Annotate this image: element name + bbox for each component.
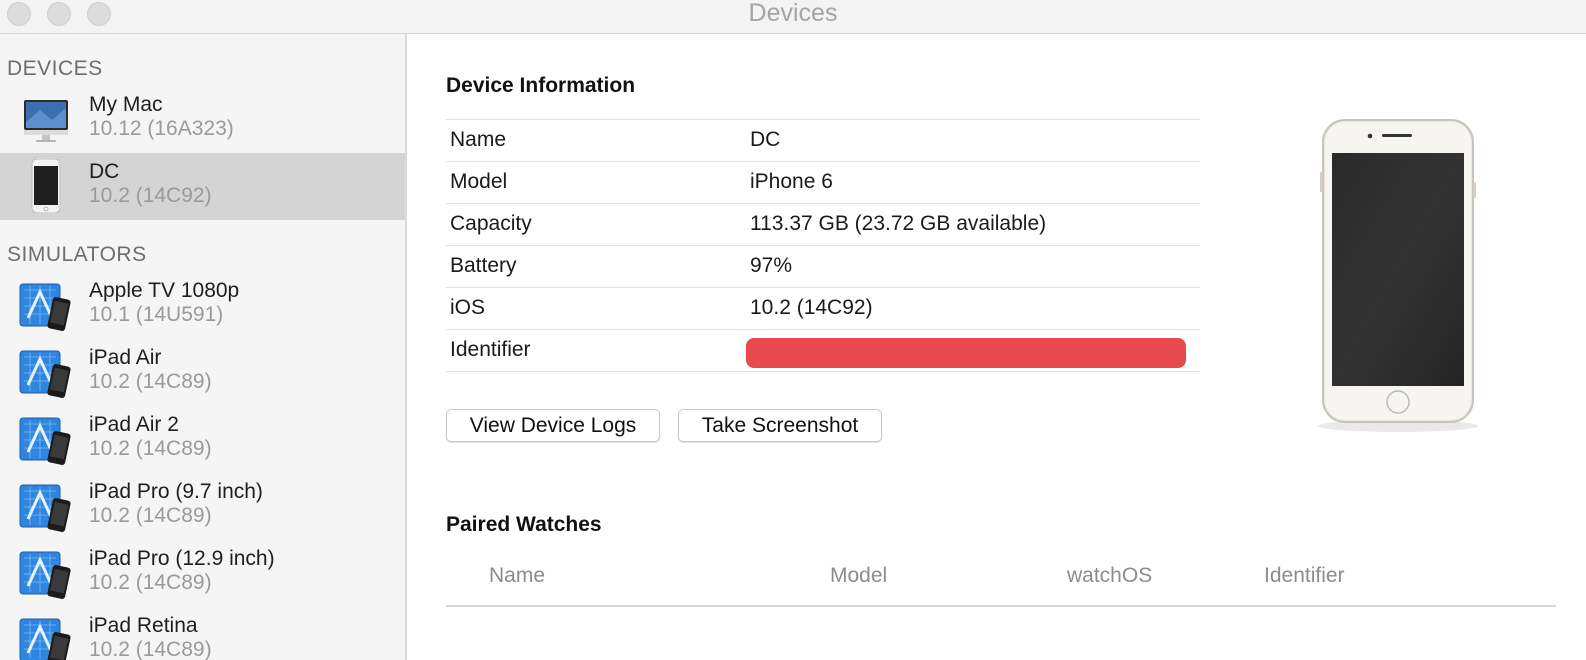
sidebar-item-simulator[interactable]: iPad Retina 10.2 (14C89) bbox=[0, 607, 405, 660]
info-value: iPhone 6 bbox=[750, 170, 833, 193]
column-header-identifier[interactable]: Identifier bbox=[1264, 564, 1345, 588]
simulators-section-header: SIMULATORS bbox=[7, 243, 147, 266]
device-name: DC bbox=[89, 160, 120, 183]
title-bar: Devices bbox=[0, 0, 1586, 34]
iphone-icon bbox=[31, 159, 61, 213]
simulator-icon bbox=[19, 350, 71, 398]
info-label: Capacity bbox=[450, 212, 532, 235]
device-version: 10.2 (14C92) bbox=[89, 184, 212, 207]
simulator-icon bbox=[19, 283, 71, 331]
sidebar-item-simulator[interactable]: iPad Pro (9.7 inch) 10.2 (14C89) bbox=[0, 473, 405, 540]
sidebar: DEVICES My Mac 10.12 (16A323) DC 10.2 (1… bbox=[0, 34, 407, 660]
devices-section-header: DEVICES bbox=[7, 57, 103, 80]
column-header-watchos[interactable]: watchOS bbox=[1067, 564, 1152, 588]
take-screenshot-button[interactable]: Take Screenshot bbox=[678, 409, 882, 442]
simulator-version: 10.1 (14U591) bbox=[89, 303, 224, 326]
sidebar-item-my-mac[interactable]: My Mac 10.12 (16A323) bbox=[0, 86, 405, 153]
info-label: Identifier bbox=[450, 338, 531, 361]
info-row-battery: Battery 97% bbox=[446, 245, 1200, 287]
simulator-name: iPad Air bbox=[89, 346, 162, 369]
device-version: 10.12 (16A323) bbox=[89, 117, 234, 140]
info-value: 10.2 (14C92) bbox=[750, 296, 873, 319]
device-image bbox=[1318, 119, 1478, 432]
sidebar-item-simulator[interactable]: iPad Pro (12.9 inch) 10.2 (14C89) bbox=[0, 540, 405, 607]
column-header-model[interactable]: Model bbox=[830, 564, 887, 588]
info-value: 113.37 GB (23.72 GB available) bbox=[750, 212, 1047, 235]
sidebar-item-simulator[interactable]: iPad Air 10.2 (14C89) bbox=[0, 339, 405, 406]
device-information-heading: Device Information bbox=[446, 74, 636, 97]
info-row-name: Name DC bbox=[446, 119, 1200, 161]
simulator-name: iPad Pro (12.9 inch) bbox=[89, 547, 275, 570]
info-row-model: Model iPhone 6 bbox=[446, 161, 1200, 203]
sidebar-item-simulator[interactable]: Apple TV 1080p 10.1 (14U591) bbox=[0, 272, 405, 339]
simulator-icon bbox=[19, 551, 71, 599]
simulator-version: 10.2 (14C89) bbox=[89, 437, 212, 460]
simulator-version: 10.2 (14C89) bbox=[89, 370, 212, 393]
info-label: iOS bbox=[450, 296, 486, 319]
view-device-logs-button[interactable]: View Device Logs bbox=[446, 409, 660, 442]
simulator-name: Apple TV 1080p bbox=[89, 279, 240, 302]
info-label: Name bbox=[450, 128, 507, 151]
identifier-redaction bbox=[746, 338, 1186, 368]
window-title: Devices bbox=[748, 0, 838, 27]
info-row-capacity: Capacity 113.37 GB (23.72 GB available) bbox=[446, 203, 1200, 245]
column-header-name[interactable]: Name bbox=[489, 564, 545, 588]
simulator-name: iPad Retina bbox=[89, 614, 198, 637]
sidebar-item-simulator[interactable]: iPad Air 2 10.2 (14C89) bbox=[0, 406, 405, 473]
info-value: DC bbox=[750, 128, 781, 151]
info-row-identifier: Identifier bbox=[446, 329, 1200, 372]
device-name: My Mac bbox=[89, 93, 163, 116]
simulator-name: iPad Pro (9.7 inch) bbox=[89, 480, 263, 503]
paired-watches-heading: Paired Watches bbox=[446, 513, 602, 536]
imac-icon bbox=[24, 100, 68, 142]
table-header-divider bbox=[446, 605, 1556, 607]
device-info-table: Name DC Model iPhone 6 Capacity 113.37 G… bbox=[446, 119, 1200, 372]
simulator-version: 10.2 (14C89) bbox=[89, 504, 212, 527]
sidebar-item-dc[interactable]: DC 10.2 (14C92) bbox=[0, 153, 405, 220]
info-label: Model bbox=[450, 170, 508, 193]
simulator-icon bbox=[19, 484, 71, 532]
simulator-version: 10.2 (14C89) bbox=[89, 638, 212, 660]
simulator-name: iPad Air 2 bbox=[89, 413, 179, 436]
simulator-icon bbox=[19, 417, 71, 465]
info-value: 97% bbox=[750, 254, 793, 277]
simulator-version: 10.2 (14C89) bbox=[89, 571, 212, 594]
simulator-icon bbox=[19, 618, 71, 660]
info-label: Battery bbox=[450, 254, 517, 277]
info-row-ios: iOS 10.2 (14C92) bbox=[446, 287, 1200, 329]
